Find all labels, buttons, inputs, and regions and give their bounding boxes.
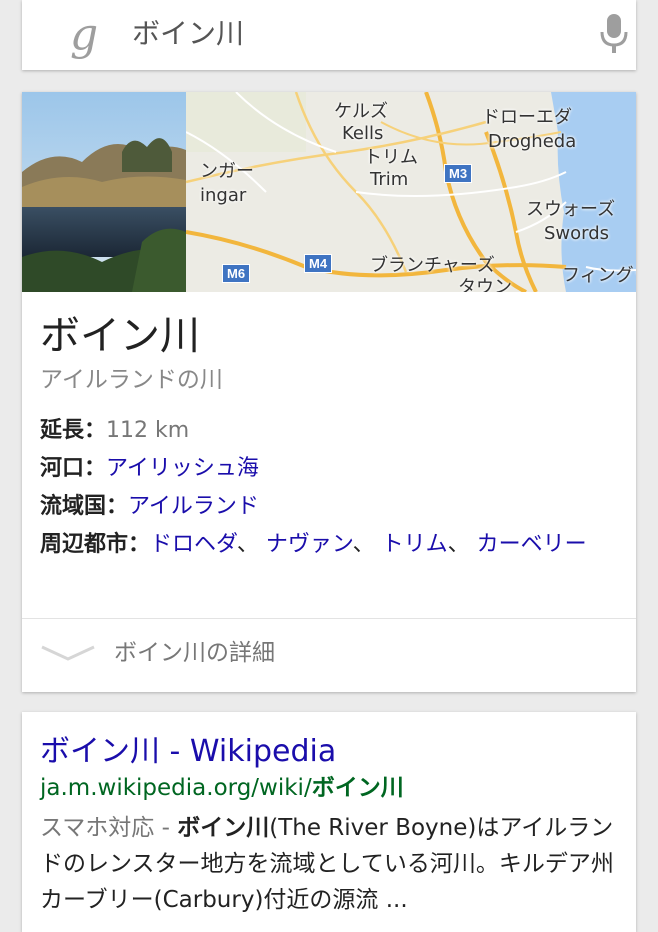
city-link[interactable]: ドロヘダ — [150, 532, 237, 557]
fact-key: 河口： — [40, 456, 107, 481]
map-label: Drogheda — [488, 131, 577, 152]
river-photo[interactable] — [22, 92, 186, 292]
entity-title: ボイン川 — [40, 313, 200, 359]
chevron-down-icon — [41, 645, 95, 661]
search-bar[interactable]: g ボイン川 — [22, 0, 636, 70]
city-link[interactable]: ナヴァン — [266, 532, 353, 557]
map-label: Swords — [544, 223, 610, 244]
map-label: ンガー — [200, 161, 254, 182]
fact-mouth: 河口：アイリッシュ海 — [40, 450, 620, 488]
mobile-friendly-label: スマホ対応 - — [40, 815, 178, 841]
map-label: Trim — [370, 169, 409, 190]
result-snippet: スマホ対応 - ボイン川(The River Boyne)はアイルランドのレンス… — [40, 810, 618, 918]
road-badge: M6 — [222, 264, 251, 283]
city-link[interactable]: トリム — [382, 532, 448, 557]
url-bold: ボイン川 — [311, 775, 404, 801]
map-label: ドローエダ — [482, 107, 572, 128]
mouth-link[interactable]: アイリッシュ海 — [106, 456, 259, 481]
country-link[interactable]: アイルランド — [128, 494, 259, 519]
city-link[interactable]: カーベリー — [477, 532, 587, 557]
map-label: ブランチャーズ — [370, 255, 495, 276]
road-badge: M3 — [444, 164, 473, 183]
separator: 、 — [447, 532, 477, 557]
map-label: ケルズ — [334, 101, 388, 122]
road-badge: M4 — [304, 254, 333, 273]
search-query[interactable]: ボイン川 — [132, 14, 244, 54]
separator: 、 — [236, 532, 266, 557]
map-label: トリム — [364, 147, 418, 168]
map-label: ingar — [200, 185, 247, 206]
knowledge-card: ケルズ Kells ドローエダ Drogheda トリム Trim ンガー in… — [22, 92, 636, 692]
microphone-icon[interactable] — [597, 12, 631, 56]
facts-list: 延長：112 km 河口：アイリッシュ海 流域国：アイルランド 周辺都市：ドロヘ… — [40, 412, 620, 564]
separator: 、 — [352, 532, 382, 557]
entity-subtitle: アイルランドの川 — [40, 367, 223, 393]
url-prefix: ja.m.wikipedia.org/wiki/ — [40, 775, 312, 801]
map-label: Kells — [342, 123, 384, 144]
fact-key: 延長： — [40, 418, 107, 443]
more-details-button[interactable]: ボイン川の詳細 — [22, 619, 636, 692]
map-label: タウン — [458, 277, 512, 293]
search-result: ボイン川 - Wikipedia ja.m.wikipedia.org/wiki… — [22, 712, 636, 932]
map-label: スウォーズ — [526, 199, 616, 220]
fact-country: 流域国：アイルランド — [40, 488, 620, 526]
snippet-bold: ボイン川 — [177, 815, 270, 841]
result-title-link[interactable]: ボイン川 - Wikipedia — [40, 732, 336, 772]
fact-key: 周辺都市： — [40, 532, 151, 557]
map-thumbnail[interactable]: ケルズ Kells ドローエダ Drogheda トリム Trim ンガー in… — [186, 92, 636, 292]
fact-value: 112 km — [106, 418, 190, 443]
more-details-label: ボイン川の詳細 — [114, 640, 275, 666]
google-logo-icon[interactable]: g — [70, 10, 98, 60]
fact-cities: 周辺都市：ドロヘダ、 ナヴァン、 トリム、 カーベリー — [40, 526, 620, 564]
fact-key: 流域国： — [40, 494, 129, 519]
result-url: ja.m.wikipedia.org/wiki/ボイン川 — [40, 772, 404, 804]
fact-length: 延長：112 km — [40, 412, 620, 450]
map-label: フィングラ — [562, 265, 636, 286]
